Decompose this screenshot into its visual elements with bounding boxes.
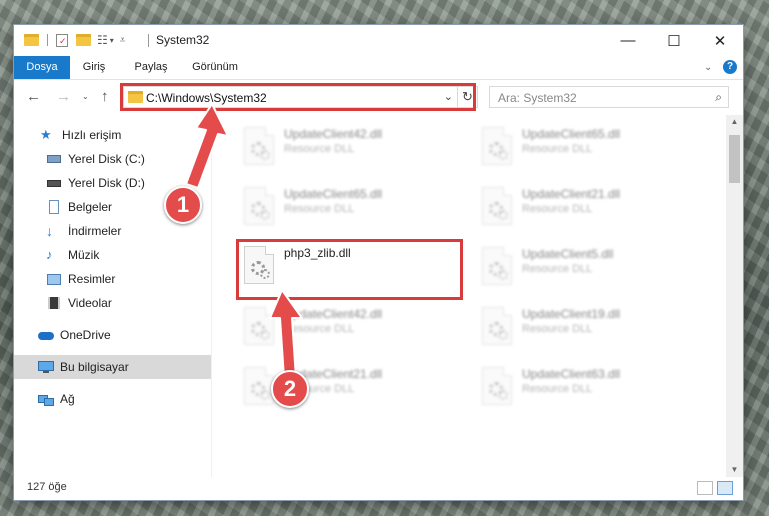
dll-file-icon bbox=[244, 127, 274, 165]
search-icon[interactable]: ⌕ bbox=[715, 90, 722, 105]
dll-file-icon bbox=[482, 127, 512, 165]
computer-icon bbox=[38, 360, 54, 374]
video-icon bbox=[46, 296, 62, 310]
cloud-icon bbox=[38, 328, 54, 342]
dll-file-icon bbox=[244, 307, 274, 345]
step-badge-2: 2 bbox=[271, 370, 309, 408]
scroll-up-icon[interactable]: ▲ bbox=[726, 115, 743, 129]
search-box[interactable]: ⌕ bbox=[489, 86, 729, 108]
scroll-down-icon[interactable]: ▼ bbox=[726, 463, 743, 477]
scrollbar-thumb[interactable] bbox=[729, 135, 740, 183]
file-item[interactable]: UpdateClient21.dll Resource DLL bbox=[474, 183, 694, 233]
sidebar-item-disk-d[interactable]: Yerel Disk (D:) 📌 bbox=[14, 171, 241, 195]
sidebar-item-onedrive[interactable]: OneDrive bbox=[14, 323, 233, 347]
tab-share[interactable]: Paylaş bbox=[128, 56, 174, 79]
maximize-button[interactable]: ☐ bbox=[651, 25, 697, 56]
chevron-down-icon[interactable]: ▾ bbox=[110, 36, 114, 45]
file-item[interactable]: UpdateClient5.dll Resource DLL bbox=[474, 243, 694, 293]
step-badge-1: 1 bbox=[164, 186, 202, 224]
drive-icon bbox=[46, 152, 62, 166]
details-view-icon[interactable] bbox=[697, 481, 713, 495]
minimize-button[interactable]: — bbox=[605, 25, 651, 56]
customize-toolbar-icon[interactable]: ⩡ bbox=[120, 35, 126, 46]
title-bar: ✓ ☷ ▾ ⩡ System32 — ☐ ✕ bbox=[14, 25, 743, 56]
tab-view[interactable]: Görünüm bbox=[186, 56, 244, 79]
dll-file-icon bbox=[482, 187, 512, 225]
file-list: UpdateClient42.dll Resource DLL UpdateCl… bbox=[212, 115, 726, 477]
quick-access-toolbar: ✓ ☷ ▾ ⩡ bbox=[24, 32, 125, 48]
expand-ribbon-icon[interactable]: ⌄ bbox=[704, 62, 712, 73]
help-icon[interactable]: ? bbox=[723, 60, 737, 74]
file-item[interactable]: UpdateClient42.dll Resource DLL bbox=[236, 123, 456, 173]
properties-icon[interactable]: ✓ bbox=[56, 33, 68, 47]
star-icon: ★ bbox=[40, 127, 52, 142]
highlight-box-address bbox=[120, 83, 476, 111]
sidebar-item-this-pc[interactable]: Bu bilgisayar bbox=[14, 355, 211, 379]
dll-file-icon bbox=[482, 307, 512, 345]
music-icon: ♪ bbox=[46, 247, 53, 262]
sidebar-item-disk-c[interactable]: Yerel Disk (C:) bbox=[14, 147, 241, 171]
dll-file-icon bbox=[482, 247, 512, 285]
dll-file-icon bbox=[482, 367, 512, 405]
download-icon: ↓ bbox=[46, 223, 53, 239]
address-row: ← → ⌄ ↑ C:\Windows\System32 ⌄ ↻ ⌕ bbox=[14, 80, 743, 114]
tab-home[interactable]: Giriş bbox=[74, 56, 114, 79]
navigation-pane: ★ Hızlı erişim Yerel Disk (C:) Yerel Dis… bbox=[14, 115, 237, 477]
file-item[interactable]: UpdateClient65.dll Resource DLL bbox=[236, 183, 456, 233]
window-title: System32 bbox=[156, 33, 210, 47]
tab-file[interactable]: Dosya bbox=[14, 56, 70, 79]
explorer-window: ✓ ☷ ▾ ⩡ System32 — ☐ ✕ Dosya Giriş Payla… bbox=[14, 25, 743, 500]
sidebar-item-network[interactable]: Ağ bbox=[14, 387, 233, 411]
close-button[interactable]: ✕ bbox=[697, 25, 743, 56]
view-options-icon[interactable]: ☷ bbox=[97, 33, 108, 47]
recent-locations-icon[interactable]: ⌄ bbox=[82, 92, 89, 101]
forward-arrow-icon[interactable]: → bbox=[56, 88, 71, 105]
pictures-icon bbox=[46, 272, 62, 286]
document-icon bbox=[46, 200, 62, 214]
folder-icon bbox=[24, 34, 39, 46]
new-folder-icon[interactable] bbox=[76, 34, 91, 46]
file-item[interactable]: UpdateClient19.dll Resource DLL bbox=[474, 303, 694, 353]
ribbon: Dosya Giriş Paylaş Görünüm ⌄ ? bbox=[14, 56, 743, 80]
drive-icon bbox=[46, 176, 62, 190]
file-item[interactable]: UpdateClient65.dll Resource DLL bbox=[474, 123, 694, 173]
file-item[interactable]: UpdateClient42.dll Resource DLL bbox=[236, 303, 456, 353]
file-item[interactable]: UpdateClient63.dll Resource DLL bbox=[474, 363, 694, 413]
dll-file-icon bbox=[244, 367, 274, 405]
sidebar-item-pictures[interactable]: Resimler 📌 bbox=[14, 267, 241, 291]
large-icons-view-icon[interactable] bbox=[717, 481, 733, 495]
highlight-box-file bbox=[236, 239, 463, 300]
sidebar-item-documents[interactable]: Belgeler 📌 bbox=[14, 195, 241, 219]
back-arrow-icon[interactable]: ← bbox=[26, 88, 41, 105]
sidebar-item-music[interactable]: ♪ Müzik 📌 bbox=[14, 243, 241, 267]
status-bar: 127 öğe bbox=[14, 477, 743, 500]
search-input[interactable] bbox=[496, 90, 700, 106]
sidebar-item-downloads[interactable]: ↓ İndirmeler 📌 bbox=[14, 219, 241, 243]
file-item[interactable]: UpdateClient21.dll Resource DLL bbox=[236, 363, 456, 413]
up-arrow-icon[interactable]: ↑ bbox=[101, 88, 109, 105]
vertical-scrollbar[interactable]: ▲ ▼ bbox=[726, 115, 743, 477]
sidebar-item-videos[interactable]: Videolar 📌 bbox=[14, 291, 241, 315]
item-count: 127 öğe bbox=[27, 481, 67, 493]
dll-file-icon bbox=[244, 187, 274, 225]
network-icon bbox=[38, 392, 54, 406]
sidebar-item-quick-access[interactable]: ★ Hızlı erişim bbox=[14, 123, 235, 147]
